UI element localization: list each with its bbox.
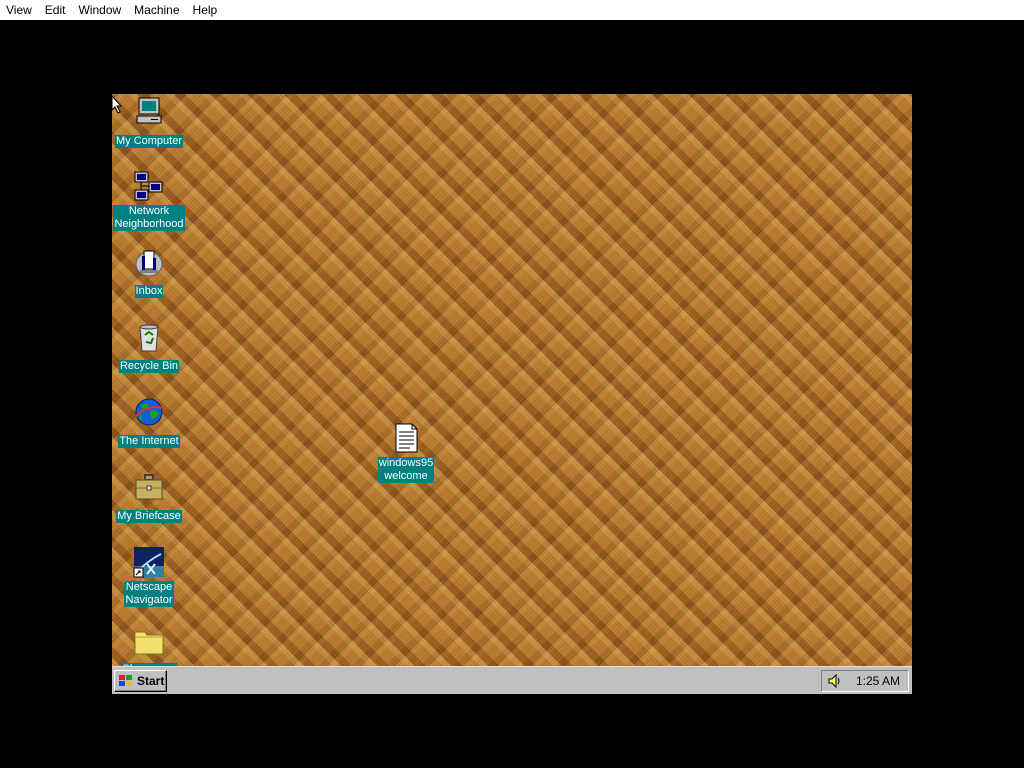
guest-screen: My Computer Network Neighborhood Inbox R… (112, 94, 912, 694)
menu-window[interactable]: Window (72, 0, 128, 20)
menu-help[interactable]: Help (187, 0, 225, 20)
desktop-icon-label: windows95 welcome (377, 457, 435, 483)
menu-edit[interactable]: Edit (39, 0, 73, 20)
desktop-icon-my-briefcase[interactable]: My Briefcase (113, 471, 185, 524)
taskbar: Start 1:25 AM (112, 666, 912, 694)
volume-icon[interactable] (827, 673, 843, 689)
briefcase-icon (133, 471, 165, 503)
desktop-icon-label: Netscape Navigator (124, 581, 174, 607)
my-computer-icon (133, 96, 165, 128)
inbox-icon (133, 246, 165, 278)
system-tray: 1:25 AM (821, 670, 909, 692)
host-menubar: View Edit Window Machine Help (0, 0, 1024, 20)
desktop-icon-network-neighborhood[interactable]: Network Neighborhood (113, 170, 185, 232)
recycle-bin-icon (133, 321, 165, 353)
desktop-icon-label: The Internet (118, 435, 180, 448)
desktop-icon-label: Network Neighborhood (113, 205, 185, 231)
windows-logo-icon (118, 674, 134, 688)
desktop-icon-windows95-welcome[interactable]: windows95 welcome (370, 422, 442, 484)
netscape-icon (133, 546, 165, 578)
menu-view[interactable]: View (0, 0, 39, 20)
mouse-cursor-icon (112, 96, 123, 114)
folder-icon (133, 624, 165, 656)
text-document-icon (390, 422, 422, 454)
desktop-icon-recycle-bin[interactable]: Recycle Bin (113, 321, 185, 374)
clock[interactable]: 1:25 AM (856, 674, 900, 688)
menu-machine[interactable]: Machine (128, 0, 186, 20)
desktop[interactable]: My Computer Network Neighborhood Inbox R… (112, 94, 912, 676)
desktop-icon-label: Inbox (134, 285, 164, 298)
start-label: Start (137, 674, 165, 688)
desktop-icon-label: My Briefcase (116, 510, 182, 523)
start-button[interactable]: Start (114, 670, 167, 692)
desktop-icon-label: My Computer (114, 135, 184, 148)
internet-icon (133, 396, 165, 428)
network-neighborhood-icon (133, 170, 165, 202)
desktop-icon-the-internet[interactable]: The Internet (113, 396, 185, 449)
desktop-icon-label: Recycle Bin (118, 360, 180, 373)
desktop-icon-netscape-navigator[interactable]: Netscape Navigator (113, 546, 185, 608)
desktop-icon-inbox[interactable]: Inbox (113, 246, 185, 299)
